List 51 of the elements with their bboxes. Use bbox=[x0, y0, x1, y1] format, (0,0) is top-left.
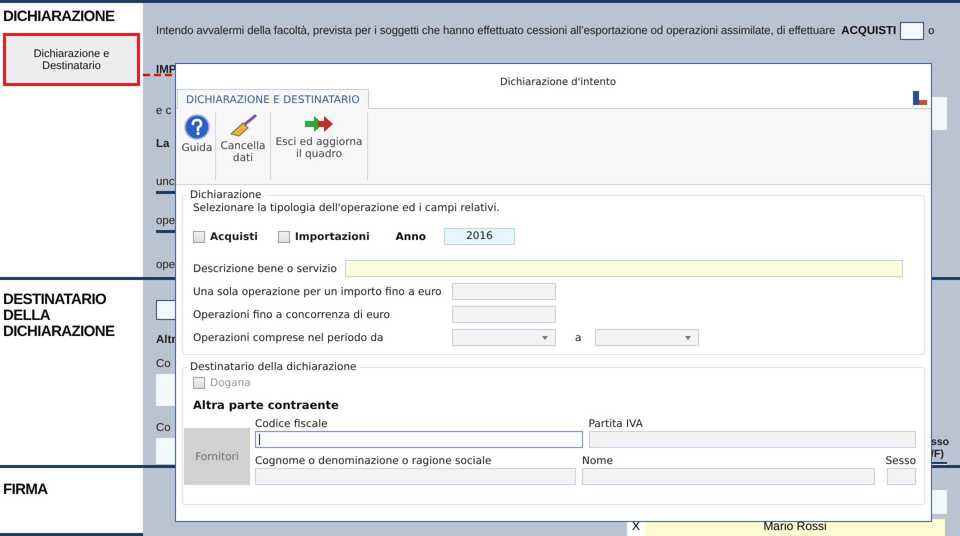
field-label: Descrizione bene o servizio bbox=[193, 262, 338, 274]
input-field[interactable] bbox=[255, 431, 582, 448]
year-field[interactable]: 2016 bbox=[444, 228, 515, 245]
field-label: Nome bbox=[582, 455, 614, 467]
toolbar-button[interactable]: Cancella dati bbox=[216, 112, 270, 176]
form-text: Altr bbox=[156, 333, 177, 347]
form-text: IMP bbox=[156, 63, 175, 77]
brush-icon bbox=[229, 114, 257, 138]
form-text: e c bbox=[156, 104, 172, 118]
section-button[interactable]: Dichiarazione e Destinatario bbox=[3, 33, 140, 86]
window-title: Dichiarazione d'intento bbox=[500, 77, 616, 88]
field-label: Una sola operazione per un importo fino a euro bbox=[193, 286, 443, 298]
field-label: a bbox=[575, 332, 582, 344]
logo-icon bbox=[913, 91, 927, 105]
field-label: Operazioni fino a concorrenza di euro bbox=[193, 308, 391, 320]
arrows-icon bbox=[304, 114, 334, 134]
field-label: Codice fiscale bbox=[255, 418, 329, 430]
input-field[interactable] bbox=[900, 22, 924, 40]
input-field[interactable] bbox=[931, 490, 947, 514]
section-heading: FIRMA bbox=[3, 482, 48, 498]
field-label: Cognome o denominazione o ragione sociale bbox=[255, 455, 492, 467]
conjunction-text: o bbox=[928, 25, 934, 37]
form-text: /F) bbox=[931, 448, 945, 460]
subsection-title: Altra parte contraente bbox=[193, 398, 340, 412]
section-heading: DESTINATARIO DELLA DICHIARAZIONE bbox=[3, 292, 114, 340]
field-label: Partita IVA bbox=[588, 418, 644, 430]
date-dropdown[interactable] bbox=[595, 329, 700, 346]
form-text: sso bbox=[931, 436, 947, 448]
checkbox[interactable]: Importazioni bbox=[278, 230, 370, 242]
form-text: La bbox=[156, 137, 170, 151]
caret-icon bbox=[685, 336, 692, 340]
group-title: Destinatario della dichiarazione bbox=[189, 361, 358, 373]
input-field[interactable] bbox=[931, 462, 947, 465]
intro-text: Intendo avvalermi della facoltà, prevista per i soggetti che hanno effettuato cessioni all’esportazione od operazioni assimilate, di effettuare bbox=[156, 25, 836, 37]
caret-icon bbox=[542, 336, 548, 340]
form-text: ope bbox=[156, 258, 175, 272]
help-icon bbox=[184, 114, 210, 140]
hint-text: Selezionare la tipologia dell'operazione ed i campi relativi. bbox=[193, 202, 501, 214]
tab[interactable]: DICHIARAZIONE E DESTINATARIO bbox=[177, 89, 369, 109]
toolbar-button[interactable]: Guida bbox=[179, 112, 215, 176]
toolbar-button[interactable]: Esci ed aggiorna il quadro bbox=[271, 112, 367, 176]
form-text: Co bbox=[156, 357, 172, 371]
field-label: Anno bbox=[396, 230, 426, 242]
field-label: Operazioni comprese nel periodo da bbox=[193, 332, 384, 344]
form-text: Co bbox=[156, 421, 172, 435]
date-dropdown[interactable] bbox=[452, 329, 556, 346]
checkbox[interactable]: Acquisti bbox=[193, 230, 258, 242]
field-label: Sesso bbox=[884, 455, 916, 467]
section-heading: DICHIARAZIONE bbox=[3, 9, 114, 25]
field-label: ACQUISTI bbox=[841, 25, 896, 37]
group-title: Dichiarazione bbox=[189, 189, 263, 201]
